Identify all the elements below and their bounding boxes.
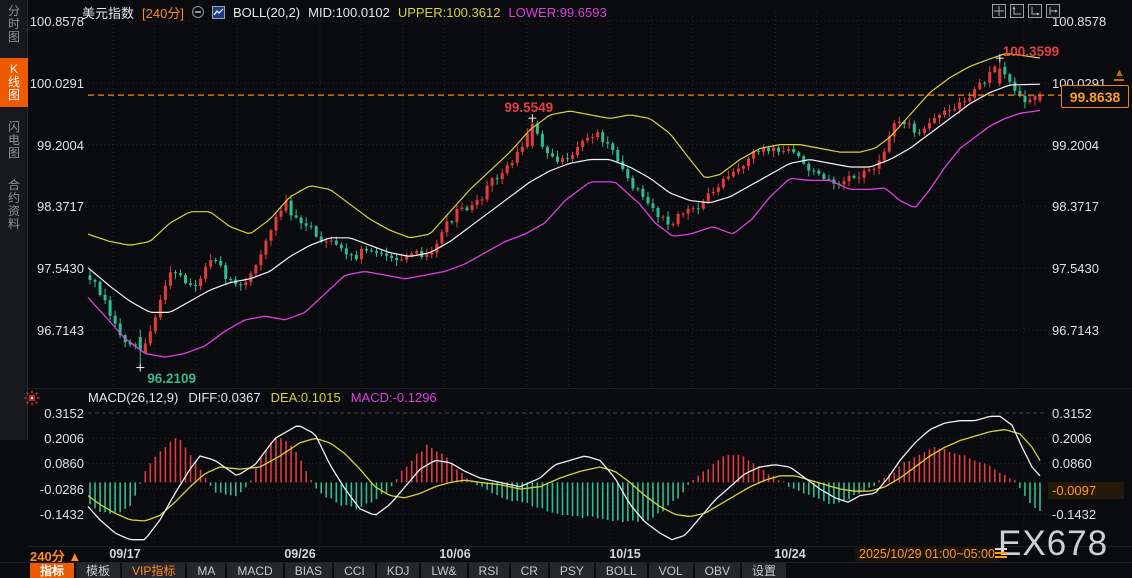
toolbar-tab-2[interactable]: VIP指标 [122,563,186,578]
macd-axis-label-right: 0.0860 [1052,456,1092,472]
chart-type-sidebar: 分时图 K线图闪电图合约资料 [0,0,28,440]
price-axis-label-right: 98.3717 [1052,199,1099,215]
sidebar-item-2[interactable]: 闪电图 [0,116,28,165]
macd-axis-label-left: 0.2006 [44,431,84,447]
toolbar-tab-0[interactable]: 指标 [30,563,75,578]
symbol-title: 美元指数 [82,5,135,21]
scale-left-axis-icon[interactable] [1010,4,1024,18]
macd-axis-label-right: -0.1432 [1052,506,1097,522]
indicator-button-cr[interactable]: CR [510,563,548,578]
macd-diff-value: DIFF:0.0367 [188,389,261,405]
price-up-arrow-icon: ▲ [1114,67,1125,81]
settings-button[interactable]: 设置 [741,563,786,578]
chart-header: 美元指数 [240分] BOLL(20,2) MID:100.0102 UPPE… [82,3,607,21]
macd-axis-label-right: 0.2006 [1052,431,1092,447]
indicator-button-psy[interactable]: PSY [549,563,594,578]
macd-title[interactable]: MACD(26,12,9) [88,390,178,405]
price-axis-label-right: 97.5430 [1052,261,1099,277]
toolbar-tab-1[interactable]: 模板 [76,563,121,578]
macd-value: MACD:-0.1296 [350,389,437,405]
time-range-menu-icon[interactable] [995,548,1007,560]
chart-style-icon[interactable] [211,5,225,19]
price-axis-label-left: 96.7143 [37,323,84,338]
date-axis-label: 10/24 [774,547,806,561]
date-axis-label: 09/17 [109,547,141,561]
boll-mid-value: MID:100.0102 [308,4,390,20]
boll-upper-value: UPPER:100.3612 [397,4,501,20]
sidebar-item-3[interactable]: 合约资料 [0,174,28,236]
indicator-button-rsi[interactable]: RSI [468,563,509,578]
indicator-button-vol[interactable]: VOL [648,563,693,578]
crosshair-icon[interactable] [992,4,1006,18]
macd-current-value-badge: -0.0097 [1048,482,1124,499]
trading-app-window: 96.2109 99.5549 100.3599 分时图 K线图闪电图合约资料 美元指… [0,0,1132,578]
svg-text:99.5549: 99.5549 [504,100,553,115]
brand-watermark: EX678 [998,524,1109,563]
candlestick-chart-canvas[interactable]: 96.2109 99.5549 100.3599 [0,0,1132,578]
period-label[interactable]: [240分] [142,3,184,22]
indicator-button-boll[interactable]: BOLL [595,563,647,578]
indicator-button-bias[interactable]: BIAS [284,563,333,578]
svg-text:100.3599: 100.3599 [1003,44,1059,59]
sidebar-item-0[interactable]: 分时图 [0,0,28,49]
last-price-badge: 99.8638 [1061,85,1129,108]
indicator-button-kdj[interactable]: KDJ [376,563,420,578]
date-axis-label: 10/06 [439,547,471,561]
price-axis-label-left: 97.5430 [37,261,84,277]
price-axis-label-right: 100.8578 [1052,14,1107,29]
indicator-button-macd[interactable]: MACD [227,563,283,578]
collapse-indicator-icon[interactable] [191,6,204,18]
svg-text:96.2109: 96.2109 [147,371,196,386]
indicator-button-ma[interactable]: MA [187,563,226,578]
bottom-toolbar: 指标 模板 VIP指标 MA MACD BIAS CCI KDJ LW& RSI CR PSY BOLL… [0,562,1132,578]
price-axis-label-left: 100.8578 [29,14,84,29]
macd-axis-label-left: -0.0286 [39,481,84,497]
boll-label[interactable]: BOLL(20,2) [233,5,300,20]
chart-tool-buttons [992,4,1060,18]
macd-dea-value: DEA:0.1015 [270,389,341,405]
boll-lower-value: LOWER:99.6593 [508,4,607,20]
pan-right-icon[interactable] [1046,4,1060,18]
indicator-button-obv[interactable]: OBV [694,563,740,578]
date-axis-label: 10/15 [609,547,641,561]
price-axis-label-left: 99.2004 [37,137,84,153]
price-axis-label-left: 98.3717 [37,199,84,215]
macd-header: MACD(26,12,9) DIFF:0.0367 DEA:0.1015 MAC… [88,389,437,405]
macd-axis-label-right: 0.3152 [1052,405,1092,421]
price-axis-label-left: 100.0291 [29,75,84,91]
date-axis-label: 09/26 [284,547,316,561]
macd-axis-label-left: 0.0860 [44,456,84,472]
current-bar-time-range: 2025/10/29 01:00~05:00 [855,546,999,562]
sidebar-item-1[interactable]: K线图 [0,58,28,107]
price-axis-label-right: 96.7143 [1052,323,1099,338]
indicator-button-cci[interactable]: CCI [334,563,375,578]
macd-axis-label-left: -0.1432 [39,506,84,522]
scale-right-axis-icon[interactable] [1028,4,1042,18]
indicator-button-lw[interactable]: LW& [421,563,467,578]
macd-axis-label-left: 0.3152 [44,405,84,421]
price-axis-label-right: 99.2004 [1052,137,1099,153]
indicator-settings-icon[interactable] [24,390,40,406]
